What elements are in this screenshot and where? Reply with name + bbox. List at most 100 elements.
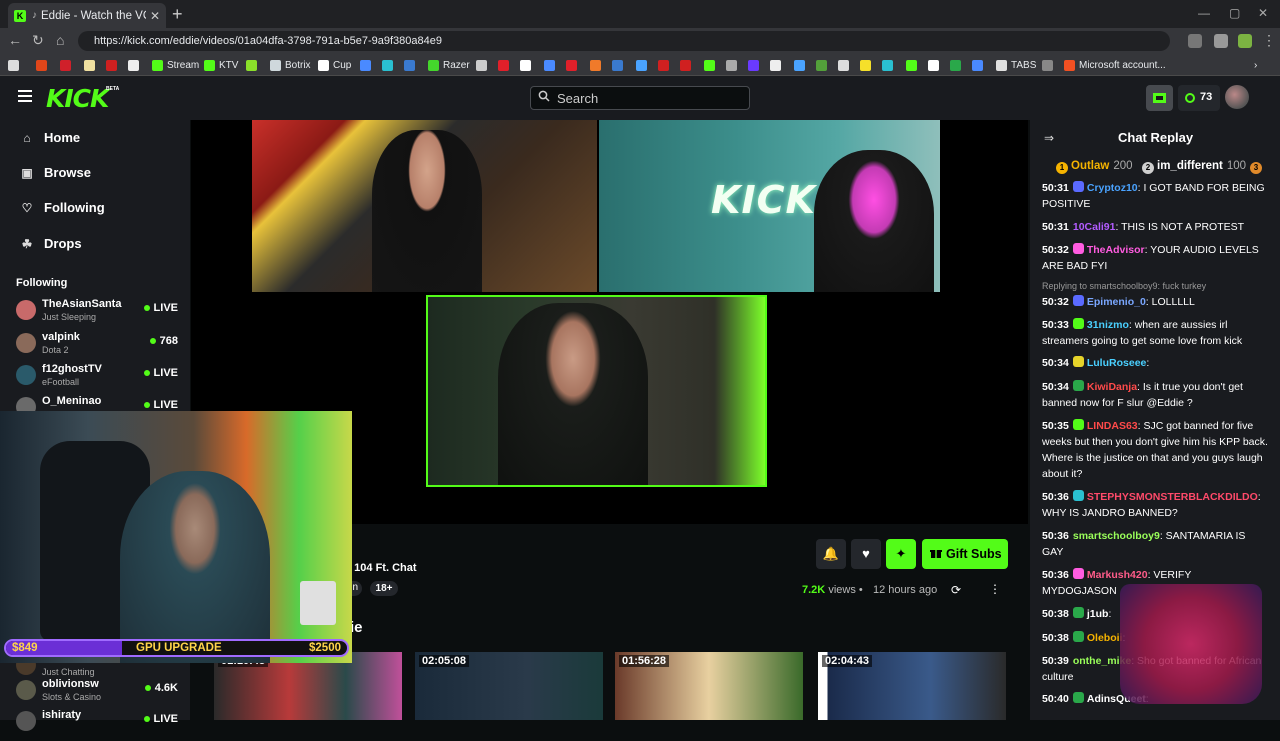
bookmark-icon-16[interactable]: [770, 58, 785, 72]
chat-username[interactable]: KiwiDanja: [1087, 381, 1137, 393]
bookmark-icon-red[interactable]: [60, 58, 75, 72]
bookmark-icon-20[interactable]: [860, 58, 875, 72]
extension-icon[interactable]: [1188, 34, 1202, 48]
bookmark-icon-yt[interactable]: [106, 58, 121, 72]
bookmark-icon-6[interactable]: [544, 58, 559, 72]
bookmark-icon-3[interactable]: [404, 58, 419, 72]
following-channel[interactable]: valpink Dota 2 768: [16, 331, 181, 363]
chat-username[interactable]: Cryptoz10: [1087, 182, 1138, 194]
more-options-icon[interactable]: ⋮: [989, 582, 1001, 596]
follow-heart-button[interactable]: ♥: [851, 539, 881, 569]
chat-username[interactable]: Epimenio_0: [1087, 296, 1146, 308]
chat-username[interactable]: TheAdvisor: [1087, 244, 1145, 256]
collapse-chat-icon[interactable]: ⇒: [1044, 131, 1054, 145]
leaderboard-entry[interactable]: 1 Outlaw 200: [1056, 160, 1133, 174]
new-tab-icon[interactable]: +: [172, 4, 183, 25]
bookmark-icon-17[interactable]: [794, 58, 809, 72]
close-window-icon[interactable]: ✕: [1258, 6, 1268, 20]
bookmark-icon-23[interactable]: [928, 58, 943, 72]
extensions-puzzle-icon[interactable]: [1214, 34, 1228, 48]
bookmark-icon-t[interactable]: [84, 58, 99, 72]
leaderboard-entry[interactable]: 2 im_different 100: [1142, 160, 1246, 174]
chat-username[interactable]: Markush420: [1087, 569, 1148, 581]
chat-message: 50:32 TheAdvisor: YOUR AUDIO LEVELS ARE B…: [1042, 242, 1268, 274]
chat-username[interactable]: LINDAS63: [1087, 420, 1138, 432]
bookmark-icon-4[interactable]: [476, 58, 491, 72]
video-thumbnail[interactable]: 02:04:43: [818, 652, 1006, 720]
kick-points-button[interactable]: [1146, 85, 1173, 111]
back-icon[interactable]: ←: [8, 32, 22, 48]
bookmark-razer[interactable]: Razer: [428, 58, 470, 72]
bookmark-ktv[interactable]: KTV: [204, 58, 238, 72]
search-input[interactable]: Search: [530, 86, 750, 110]
bookmark-icon-8[interactable]: [590, 58, 605, 72]
user-avatar[interactable]: [1225, 85, 1249, 109]
bookmark-icon-24[interactable]: [950, 58, 965, 72]
bookmark-icon-15[interactable]: [748, 58, 763, 72]
browser-tab[interactable]: K ♪ Eddie - Watch the VOD on Ki ✕: [8, 3, 166, 28]
bookmark-icon-11[interactable]: [658, 58, 673, 72]
close-tab-icon[interactable]: ✕: [150, 9, 160, 23]
chat-username[interactable]: 31nizmo: [1087, 319, 1129, 331]
bookmark-botrix[interactable]: Botrix: [270, 58, 311, 72]
nav-browse[interactable]: ▣ Browse: [20, 165, 91, 180]
chat-username[interactable]: LuluRoseee: [1087, 357, 1147, 369]
points-balance-button[interactable]: 73: [1178, 85, 1220, 111]
url-field[interactable]: https://kick.com/eddie/videos/01a04dfa-3…: [78, 31, 1170, 51]
speaker-icon[interactable]: ♪: [32, 10, 37, 21]
notification-bell-button[interactable]: 🔔: [816, 539, 846, 569]
minimize-icon[interactable]: —: [1198, 6, 1210, 20]
reload-icon[interactable]: ↻: [32, 32, 44, 49]
maximize-icon[interactable]: ▢: [1229, 6, 1240, 20]
bookmark-icon-google[interactable]: [520, 58, 535, 72]
following-channel[interactable]: ishiraty LIVE: [16, 709, 181, 741]
bookmarks-overflow-icon[interactable]: ›: [1254, 58, 1257, 72]
nav-home[interactable]: ⌂ Home: [20, 130, 80, 145]
home-browser-icon[interactable]: ⌂: [56, 32, 64, 48]
bookmark-icon-9[interactable]: [612, 58, 627, 72]
video-thumbnail[interactable]: 01:56:28: [615, 652, 803, 720]
bookmark-icon-25[interactable]: [972, 58, 987, 72]
bookmark-icon-19[interactable]: [838, 58, 853, 72]
bookmark-stream[interactable]: Stream: [152, 58, 199, 72]
bookmark-cup[interactable]: Cup: [318, 58, 351, 72]
age-tag[interactable]: 18+: [370, 581, 398, 596]
nav-drops[interactable]: ☘ Drops: [20, 236, 82, 251]
bookmark-icon-h[interactable]: [36, 58, 51, 72]
bookmark-icon-21[interactable]: [882, 58, 897, 72]
bookmark-folder-tabs[interactable]: TABS: [996, 58, 1036, 72]
bookmark-icon-10[interactable]: [636, 58, 651, 72]
bookmark-icon-26[interactable]: [1042, 58, 1057, 72]
following-channel[interactable]: f12ghostTV eFootball LIVE: [16, 363, 181, 395]
bookmark-icon-18[interactable]: [816, 58, 831, 72]
channel-name: ishiraty: [42, 709, 82, 721]
bookmark-icon-12[interactable]: [680, 58, 695, 72]
bookmark-icon-22[interactable]: [906, 58, 921, 72]
chat-username[interactable]: 10Cali91: [1073, 221, 1116, 233]
share-icon[interactable]: ⟳: [951, 583, 961, 597]
bookmark-microsoft[interactable]: Microsoft account...: [1064, 58, 1166, 72]
bookmark-icon-7[interactable]: [566, 58, 581, 72]
bookmark-icon-13[interactable]: [704, 58, 719, 72]
bookmark-icon-x[interactable]: [128, 58, 143, 72]
bookmark-icon-1[interactable]: [360, 58, 375, 72]
nav-following[interactable]: ♡ Following: [20, 200, 105, 215]
bookmark-icon-2[interactable]: [382, 58, 397, 72]
menu-dots-icon[interactable]: ⋮: [1262, 32, 1276, 49]
kick-logo[interactable]: KICK: [46, 84, 109, 113]
video-thumbnail[interactable]: 02:05:08: [415, 652, 603, 720]
chat-username[interactable]: smartschoolboy9: [1073, 530, 1160, 542]
bookmark-icon-tab[interactable]: [8, 58, 23, 72]
bookmark-icon-14[interactable]: [726, 58, 741, 72]
hamburger-menu-icon[interactable]: [18, 90, 32, 105]
bookmark-icon-5[interactable]: [498, 58, 513, 72]
bookmark-icon-green[interactable]: [246, 58, 261, 72]
following-channel[interactable]: oblivionsw Slots & Casino 4.6K: [16, 678, 181, 710]
chat-username[interactable]: Oleboii: [1087, 632, 1123, 644]
leaderboard-entry[interactable]: 3: [1250, 160, 1265, 174]
following-channel[interactable]: TheAsianSanta Just Sleeping LIVE: [16, 298, 181, 330]
chat-username[interactable]: j1ub: [1087, 608, 1109, 620]
chat-username[interactable]: STEPHYSMONSTERBLACKDILDO: [1087, 491, 1258, 503]
subscribe-button[interactable]: ✦: [886, 539, 916, 569]
profile-extension-icon[interactable]: [1238, 34, 1252, 48]
